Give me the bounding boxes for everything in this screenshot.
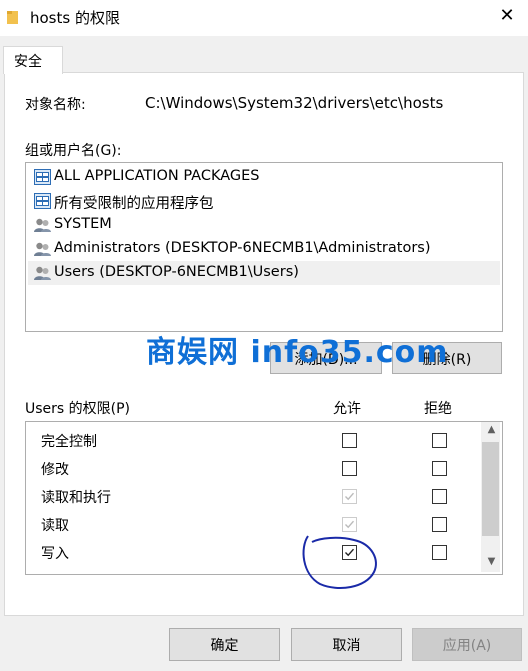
permission-row: 读取: [26, 510, 482, 538]
window-title: hosts 的权限: [30, 9, 120, 27]
package-icon: [34, 193, 51, 209]
apply-button[interactable]: 应用(A): [412, 628, 522, 661]
ok-button[interactable]: 确定: [169, 628, 280, 661]
permission-name: 读取: [41, 518, 69, 534]
object-name-value: C:\Windows\System32\drivers\etc\hosts: [145, 94, 444, 112]
users-icon: [34, 218, 51, 232]
annotation-circle: [302, 535, 377, 589]
permission-name: 写入: [41, 546, 69, 562]
list-item[interactable]: Administrators (DESKTOP-6NECMB1\Administ…: [28, 237, 500, 261]
folder-icon: [7, 11, 18, 24]
object-name-label: 对象名称:: [25, 97, 86, 113]
permissions-label: Users 的权限(P): [25, 401, 131, 417]
scroll-thumb[interactable]: [482, 442, 499, 536]
group-name: Administrators (DESKTOP-6NECMB1\Administ…: [54, 240, 431, 256]
apply-button-label: 应用(A): [442, 638, 492, 654]
list-item[interactable]: 所有受限制的应用程序包: [28, 189, 500, 213]
allow-checkbox: [342, 489, 357, 504]
permission-row: 写入: [26, 538, 482, 566]
deny-checkbox[interactable]: [432, 461, 447, 476]
scroll-up-icon[interactable]: ▲: [482, 424, 501, 435]
ok-button-label: 确定: [210, 638, 239, 654]
close-icon[interactable]: ✕: [495, 5, 519, 26]
deny-checkbox[interactable]: [432, 489, 447, 504]
tab-security-label: 安全: [14, 54, 42, 70]
groups-label: 组或用户名(G):: [25, 143, 122, 159]
permission-name: 读取和执行: [41, 490, 111, 506]
list-item[interactable]: SYSTEM: [28, 213, 500, 237]
groups-listbox[interactable]: ALL APPLICATION PACKAGES 所有受限制的应用程序包 SYS…: [25, 162, 503, 332]
watermark: 商娱网 info35.com: [146, 335, 449, 370]
package-icon: [34, 169, 51, 185]
list-item-selected[interactable]: Users (DESKTOP-6NECMB1\Users): [28, 261, 500, 285]
permission-row: 修改: [26, 454, 482, 482]
permissions-listbox[interactable]: 完全控制修改读取和执行读取写入: [25, 421, 503, 575]
permission-row: 完全控制: [26, 426, 482, 454]
group-name: Users (DESKTOP-6NECMB1\Users): [54, 264, 299, 280]
deny-checkbox[interactable]: [432, 433, 447, 448]
allow-header: 允许: [333, 401, 361, 417]
group-name: 所有受限制的应用程序包: [54, 196, 214, 212]
cancel-button-label: 取消: [332, 638, 361, 654]
permission-name: 修改: [41, 462, 69, 478]
scroll-down-icon[interactable]: ▼: [482, 556, 501, 567]
tab-security[interactable]: 安全: [3, 46, 63, 74]
permission-row: 读取和执行: [26, 482, 482, 510]
deny-header: 拒绝: [424, 401, 452, 417]
title-bar: hosts 的权限 ✕: [0, 0, 528, 36]
allow-checkbox[interactable]: [342, 461, 357, 476]
allow-checkbox[interactable]: [342, 433, 357, 448]
cancel-button[interactable]: 取消: [291, 628, 402, 661]
deny-checkbox[interactable]: [432, 545, 447, 560]
deny-checkbox[interactable]: [432, 517, 447, 532]
list-item[interactable]: ALL APPLICATION PACKAGES: [28, 165, 500, 189]
users-icon: [34, 266, 51, 280]
users-icon: [34, 242, 51, 256]
group-name: ALL APPLICATION PACKAGES: [54, 168, 260, 184]
group-name: SYSTEM: [54, 216, 112, 232]
permission-name: 完全控制: [41, 434, 97, 450]
